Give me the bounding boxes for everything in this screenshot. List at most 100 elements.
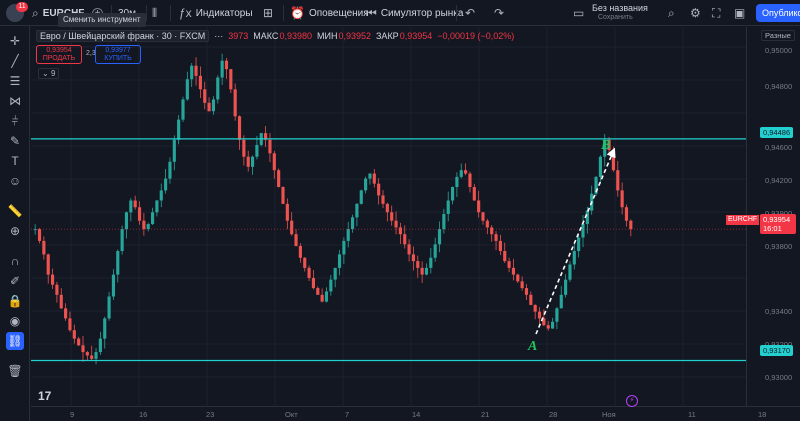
fib-tool[interactable]: ☰: [6, 72, 24, 90]
ruler-tool[interactable]: 📏: [6, 202, 24, 220]
candle-body: [155, 200, 159, 213]
pattern-tool[interactable]: ⋈: [6, 92, 24, 110]
emoji-tool[interactable]: ☺: [6, 172, 24, 190]
candle-body: [229, 69, 233, 90]
go-to-realtime-button[interactable]: ⚡: [626, 395, 638, 407]
candle-body: [559, 294, 563, 309]
indicators-count: 9: [50, 69, 56, 78]
candle-body: [255, 144, 259, 157]
chart-type-button[interactable]: ⫴: [152, 0, 157, 26]
candle-body: [581, 224, 585, 238]
buy-button[interactable]: 0,93977 КУПИТЬ: [95, 45, 141, 64]
candle-body: [598, 156, 602, 177]
layout-name[interactable]: Без названия Сохранить: [592, 3, 648, 23]
price-chart[interactable]: A B: [31, 27, 746, 406]
candle-body: [81, 345, 85, 353]
settings-button[interactable]: ⚙: [690, 0, 701, 26]
candle-body: [585, 210, 589, 225]
publish-button[interactable]: Опублико: [756, 4, 800, 22]
indicators-toggle[interactable]: ⌄ 9: [38, 68, 60, 79]
legend-more[interactable]: ···: [214, 31, 223, 41]
candle-body: [77, 338, 81, 346]
symbol-price-tag: EURCHF: [726, 215, 760, 225]
time-label: 11: [688, 410, 696, 419]
candle-body: [46, 254, 50, 275]
sell-button[interactable]: 0,93954 ПРОДАТЬ: [36, 45, 82, 64]
candle-body: [242, 139, 246, 157]
visibility-tool[interactable]: ◉: [6, 312, 24, 330]
candle-body: [203, 89, 207, 103]
brush-tool[interactable]: ✎: [6, 132, 24, 150]
redo-button[interactable]: ↷: [494, 0, 504, 26]
quick-search-button[interactable]: ⌕: [668, 0, 675, 26]
candle-body: [220, 60, 224, 78]
price-label: 0,94200: [765, 176, 793, 185]
zoom-tool[interactable]: ⊕: [6, 222, 24, 240]
indicators-button[interactable]: ƒx Индикаторы: [179, 0, 253, 26]
candle-body: [346, 229, 350, 241]
chart-canvas[interactable]: A B: [31, 27, 746, 406]
replay-button[interactable]: ⏮ Симулятор рынка: [366, 0, 463, 26]
layout-title: Без названия: [592, 3, 648, 13]
snapshot-button[interactable]: ▣: [734, 0, 745, 26]
candle-body: [107, 296, 111, 319]
trendline-tool[interactable]: ╱: [6, 52, 24, 70]
candle-body: [537, 311, 542, 319]
drawing-toolbar: ✛ ╱ ☰ ⋈ ⫩ ✎ T ☺ 📏 ⊕ ∩ ✐ 🔒 ◉ ⛓ 🗑: [0, 26, 30, 421]
scale-mode-button[interactable]: Разные: [761, 30, 795, 41]
candle-body: [359, 190, 363, 204]
candle-body: [372, 173, 376, 184]
candle-body: [468, 173, 472, 188]
candle-body: [490, 227, 494, 235]
candle-body: [481, 212, 485, 221]
high-label: МАКС: [253, 31, 279, 41]
candle-body: [533, 304, 537, 312]
candle-body: [290, 220, 294, 235]
remove-tool[interactable]: 🗑: [6, 362, 24, 380]
candle-body: [207, 102, 211, 112]
candle-body: [520, 281, 524, 289]
replay-icon: ⏮: [366, 6, 377, 20]
candle-body: [494, 234, 498, 241]
lock-tool[interactable]: 🔒: [6, 292, 24, 310]
candle-body: [307, 267, 311, 278]
candle-body: [316, 288, 320, 295]
undo-button[interactable]: ↶: [465, 0, 475, 26]
sell-price: 0,93954: [46, 47, 72, 54]
candle-body: [185, 79, 189, 100]
candle-body: [355, 203, 359, 218]
candle-body: [64, 308, 68, 319]
time-scale[interactable]: 9 16 23 Окт 7 14 21 28 Ноя 11 18: [31, 406, 800, 421]
sync-drawing-tool[interactable]: ⛓: [6, 332, 24, 350]
instrument-name[interactable]: Евро / Швейцарский франк · 30 · FXCM: [36, 30, 210, 42]
undo-icon: ↶: [465, 6, 476, 20]
trendline-icon: ╱: [11, 54, 19, 68]
candle-body: [390, 212, 394, 221]
candle-body: [120, 229, 124, 252]
tradingview-logo[interactable]: 17: [38, 389, 51, 403]
candle-body: [116, 251, 120, 275]
ruler-icon: 📏: [7, 204, 23, 218]
alerts-button[interactable]: ⏰ Оповещения: [290, 0, 369, 26]
candle-body: [507, 261, 511, 268]
magnet-tool[interactable]: ∩: [6, 252, 24, 270]
stay-drawing-tool[interactable]: ✐: [6, 272, 24, 290]
close-value: 0,93954: [399, 31, 433, 41]
projection-tool[interactable]: ⫩: [6, 112, 24, 130]
templates-button[interactable]: ⊞: [263, 0, 273, 26]
candle-body: [98, 338, 102, 353]
crosshair-tool[interactable]: ✛: [6, 32, 24, 50]
candle-body: [442, 213, 446, 230]
candle-body: [568, 264, 572, 280]
redo-icon: ↷: [494, 6, 505, 20]
fullscreen-button[interactable]: ⛶: [712, 0, 720, 26]
candle-body: [516, 274, 520, 282]
time-label: 23: [206, 410, 215, 419]
text-tool[interactable]: T: [6, 152, 24, 170]
candle-body: [124, 212, 129, 230]
layout-button[interactable]: ▭: [573, 0, 584, 26]
candle-body: [129, 200, 133, 213]
candle-body: [546, 325, 550, 329]
candle-body: [268, 139, 272, 154]
candle-body: [94, 352, 98, 359]
